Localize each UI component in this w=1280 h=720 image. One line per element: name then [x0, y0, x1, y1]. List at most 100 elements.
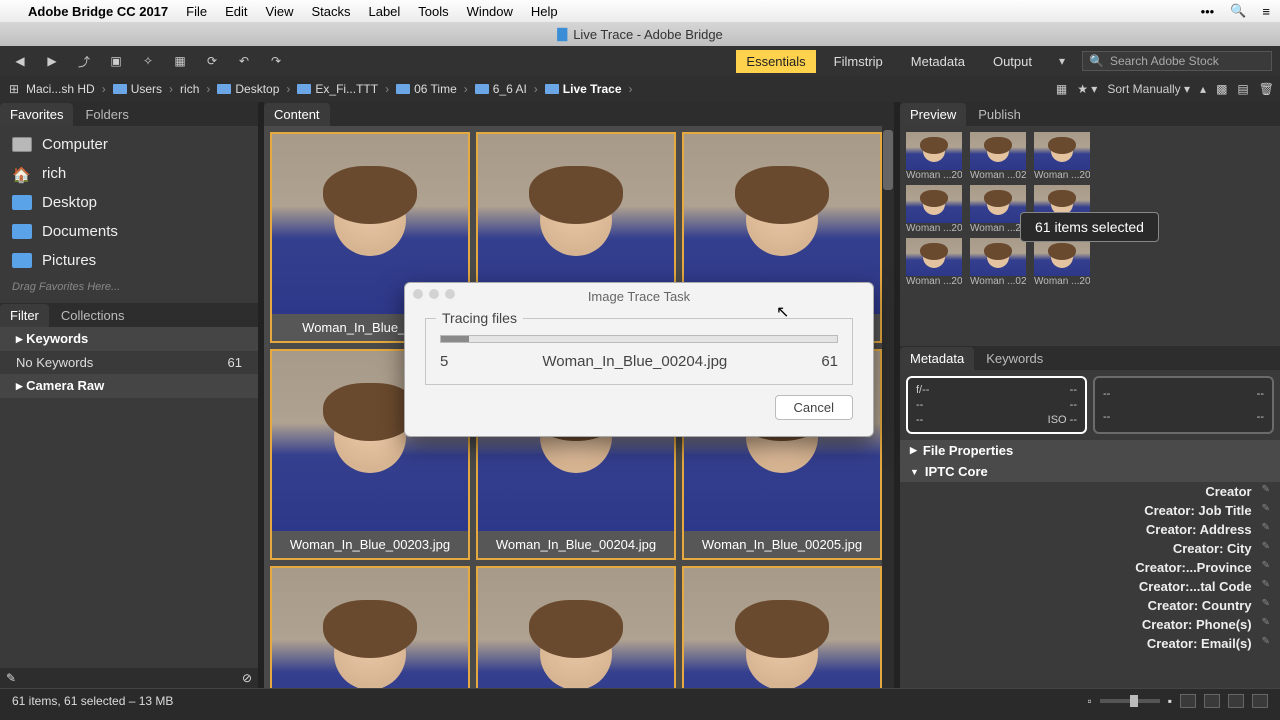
preview-thumb[interactable]: Woman ...204.jpg [970, 185, 1026, 234]
tab-folders[interactable]: Folders [75, 103, 138, 126]
metadata-field[interactable]: Creator: Job Title✎ [900, 501, 1280, 520]
filter-camera-raw[interactable]: ▸ Camera Raw [0, 374, 258, 398]
menu-file[interactable]: File [186, 4, 207, 19]
workspace-metadata[interactable]: Metadata [901, 50, 975, 73]
thumbnail[interactable] [476, 566, 676, 688]
open-recent-icon[interactable]: ▤ [1237, 82, 1248, 96]
thumbnail[interactable] [270, 566, 470, 688]
preview-thumb[interactable]: Woman ...206.jpg [906, 238, 962, 287]
star-filter-icon[interactable]: ★ ▾ [1077, 82, 1097, 96]
pencil-icon[interactable]: ✎ [1262, 560, 1270, 575]
tab-preview[interactable]: Preview [900, 103, 966, 126]
preview-thumb[interactable]: Woman ...200.jpg [906, 132, 962, 181]
menu-stacks[interactable]: Stacks [311, 4, 350, 19]
refine-icon[interactable]: ✧ [136, 51, 160, 71]
window-traffic-lights[interactable] [413, 289, 455, 299]
tab-keywords[interactable]: Keywords [976, 347, 1053, 370]
crumb-3[interactable]: Desktop [213, 82, 283, 96]
fav-pictures[interactable]: Pictures [0, 246, 258, 275]
thumb-size-slider[interactable] [1100, 699, 1160, 703]
workspace-output[interactable]: Output [983, 50, 1042, 73]
rotate-ccw-icon[interactable]: ↶ [232, 51, 256, 71]
crumb-4[interactable]: Ex_Fi...TTT [293, 82, 382, 96]
workspace-essentials[interactable]: Essentials [736, 50, 815, 73]
fav-home[interactable]: 🏠rich [0, 159, 258, 188]
cancel-button[interactable]: Cancel [775, 395, 853, 420]
app-name[interactable]: Adobe Bridge CC 2017 [28, 4, 168, 19]
menu-edit[interactable]: Edit [225, 4, 247, 19]
fav-desktop[interactable]: Desktop [0, 188, 258, 217]
thumbnail[interactable] [682, 566, 882, 688]
thumb-large-icon[interactable]: ▪ [1168, 694, 1172, 708]
camera-icon[interactable]: ▣ [104, 51, 128, 71]
new-folder-icon[interactable]: ▩ [1216, 82, 1227, 96]
menu-bars-icon[interactable]: ≡ [1262, 4, 1270, 19]
meta-section-iptc-core[interactable]: ▼IPTC Core [900, 461, 1280, 482]
pencil-icon[interactable]: ✎ [1262, 522, 1270, 537]
pencil-icon[interactable]: ✎ [1262, 484, 1270, 499]
metadata-field[interactable]: Creator: City✎ [900, 539, 1280, 558]
menu-view[interactable]: View [266, 4, 294, 19]
fav-computer[interactable]: Computer [0, 130, 258, 159]
filter-pin-icon[interactable]: ✎ [6, 671, 16, 685]
crumb-0[interactable]: Maci...sh HD [22, 82, 99, 96]
menu-tools[interactable]: Tools [418, 4, 448, 19]
view-list-icon[interactable] [1252, 694, 1268, 708]
rotate-cw-icon[interactable]: ↷ [264, 51, 288, 71]
fav-documents[interactable]: Documents [0, 217, 258, 246]
view-thumb-icon[interactable] [1204, 694, 1220, 708]
workspace-filmstrip[interactable]: Filmstrip [824, 50, 893, 73]
menu-help[interactable]: Help [531, 4, 558, 19]
menu-label[interactable]: Label [368, 4, 400, 19]
crumb-7[interactable]: Live Trace [541, 82, 626, 96]
sort-dropdown[interactable]: Sort Manually ▾ [1107, 82, 1190, 96]
content-scrollbar[interactable] [882, 126, 894, 688]
metadata-field[interactable]: Creator: Country✎ [900, 596, 1280, 615]
meta-section-file-properties[interactable]: ▶File Properties [900, 440, 1280, 461]
grid-view-icon[interactable]: ▦ [1056, 82, 1067, 96]
search-stock-input[interactable]: 🔍 Search Adobe Stock [1082, 51, 1272, 71]
spotlight-icon[interactable]: 🔍 [1230, 3, 1246, 19]
metadata-field[interactable]: Creator: Address✎ [900, 520, 1280, 539]
thumb-small-icon[interactable]: ▫ [1087, 694, 1091, 708]
pencil-icon[interactable]: ✎ [1262, 598, 1270, 613]
metadata-field[interactable]: Creator: Email(s)✎ [900, 634, 1280, 653]
trash-icon[interactable]: 🗑 [1259, 82, 1274, 96]
pencil-icon[interactable]: ✎ [1262, 541, 1270, 556]
workspace-overflow-icon[interactable]: ▾ [1050, 51, 1074, 71]
view-grid-icon[interactable] [1180, 694, 1196, 708]
tab-publish[interactable]: Publish [968, 103, 1031, 126]
back-icon[interactable]: ◀ [8, 51, 32, 71]
reveal-icon[interactable]: ⤴ [72, 51, 96, 71]
preview-thumb[interactable]: Woman ...208.jpg [1034, 238, 1090, 287]
preview-thumb[interactable]: Woman ...202.jpg [1034, 132, 1090, 181]
crumb-6[interactable]: 6_6 AI [471, 82, 531, 96]
preview-thumb[interactable]: Woman ...0201.jpg [970, 132, 1026, 181]
tab-metadata[interactable]: Metadata [900, 347, 974, 370]
pencil-icon[interactable]: ✎ [1262, 636, 1270, 651]
forward-icon[interactable]: ▶ [40, 51, 64, 71]
metadata-field[interactable]: Creator:...Province✎ [900, 558, 1280, 577]
tab-filter[interactable]: Filter [0, 304, 49, 327]
preview-thumb[interactable]: Woman ...203.jpg [906, 185, 962, 234]
tab-collections[interactable]: Collections [51, 304, 135, 327]
sort-asc-icon[interactable]: ▴ [1200, 82, 1206, 96]
menu-window[interactable]: Window [467, 4, 513, 19]
menu-extras-icon[interactable]: ••• [1201, 4, 1215, 19]
refresh-icon[interactable]: ⟳ [200, 51, 224, 71]
metadata-field[interactable]: Creator: Phone(s)✎ [900, 615, 1280, 634]
filter-no-keywords[interactable]: No Keywords61 [0, 351, 258, 374]
preview-thumb[interactable]: Woman ...0207.jpg [970, 238, 1026, 287]
metadata-field[interactable]: Creator✎ [900, 482, 1280, 501]
open-icon[interactable]: ▦ [168, 51, 192, 71]
tab-favorites[interactable]: Favorites [0, 103, 73, 126]
crumb-1[interactable]: Users [109, 82, 166, 96]
pencil-icon[interactable]: ✎ [1262, 503, 1270, 518]
crumb-2[interactable]: rich [176, 82, 203, 96]
filter-clear-icon[interactable]: ⊘ [242, 671, 252, 685]
tab-content[interactable]: Content [264, 103, 330, 126]
metadata-field[interactable]: Creator:...tal Code✎ [900, 577, 1280, 596]
pencil-icon[interactable]: ✎ [1262, 617, 1270, 632]
crumb-computer-icon[interactable]: ⊞ [6, 79, 22, 99]
pencil-icon[interactable]: ✎ [1262, 579, 1270, 594]
